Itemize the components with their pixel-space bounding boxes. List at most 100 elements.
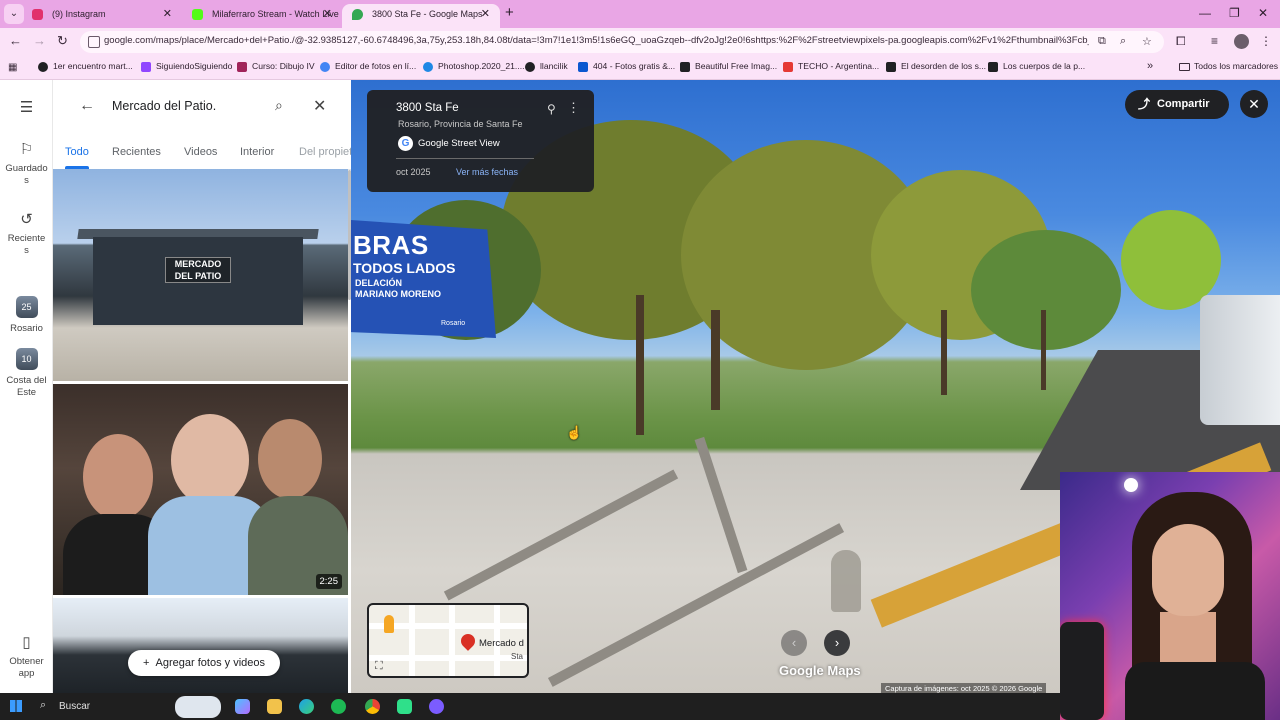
billboard-logo: Rosario <box>441 320 466 327</box>
bookmark-item[interactable]: Beautiful Free Imag... <box>680 61 777 72</box>
tab-owner[interactable]: Del propietario <box>299 146 351 158</box>
back-arrow-icon[interactable]: ← <box>79 97 95 115</box>
widgets-icon[interactable] <box>175 696 221 718</box>
share-icon: ⤴ <box>1138 97 1151 111</box>
photographer-shadow <box>831 550 861 612</box>
menu-button[interactable]: ☰ <box>0 98 53 121</box>
zoom-icon[interactable]: ⌕ <box>1120 35 1126 48</box>
bookmark-star-icon[interactable]: ☆ <box>1142 35 1152 48</box>
windows-start-icon[interactable] <box>10 700 22 712</box>
billboard: BRAS TODOS LADOS DELACIÓN MARIANO MORENO … <box>351 220 496 338</box>
tab-recent[interactable]: Recientes <box>112 146 161 158</box>
tree-trunk <box>1041 310 1046 390</box>
profile-avatar[interactable] <box>1234 34 1249 49</box>
bookmark-item[interactable]: 1er encuentro mart... <box>38 61 133 72</box>
new-tab-button[interactable]: + <box>505 5 514 21</box>
location-title: 3800 Sta Fe <box>396 102 459 114</box>
bookmark-item[interactable]: Editor de fotos en lí... <box>320 61 416 72</box>
spotify-icon[interactable] <box>331 699 346 714</box>
expand-map-icon[interactable]: ⛶ <box>375 660 383 673</box>
browser-menu-icon[interactable]: ⋮ <box>1260 34 1272 48</box>
add-photos-button[interactable]: + Agregar fotos y videos <box>128 650 280 676</box>
bookmark-item[interactable]: TECHO - Argentina... <box>783 61 879 72</box>
reload-icon[interactable]: ↻ <box>57 33 68 49</box>
app-icon[interactable] <box>397 699 412 714</box>
more-dates-link[interactable]: Ver más fechas <box>456 167 518 177</box>
place-thumbnail: 10 <box>15 348 38 370</box>
video-thumbnail[interactable]: 2:25 <box>53 384 348 595</box>
get-app-button[interactable]: ▯ Obtener app <box>0 633 53 680</box>
bookmark-item[interactable]: Photoshop.2020_21.... <box>423 61 525 72</box>
bookmark-item[interactable]: Curso: Dibujo IV <box>237 61 315 72</box>
tab-all[interactable]: Todo <box>65 146 89 158</box>
share-button[interactable]: ⤴ Compartir <box>1125 90 1229 119</box>
bookmark-item[interactable]: Los cuerpos de la p... <box>988 61 1085 72</box>
next-image-button[interactable]: › <box>824 630 850 656</box>
tab-interior[interactable]: Interior <box>240 146 274 158</box>
extensions-icon[interactable]: ⧠ <box>1176 34 1186 49</box>
copilot-icon[interactable] <box>235 699 250 714</box>
browser-tab-instagram[interactable]: (9) Instagram ✕ <box>22 4 182 28</box>
maps-left-rail: ☰ ⚐ Guardados ↺ Recientes 25 Rosario 10 … <box>0 80 53 693</box>
minimize-icon[interactable]: — <box>1199 6 1211 20</box>
photo-market-interior[interactable] <box>53 598 348 693</box>
back-icon[interactable]: ← <box>9 33 22 48</box>
close-tab-icon[interactable]: ✕ <box>323 4 332 24</box>
rail-item-costa-del-este[interactable]: 10 Costa del Este <box>0 348 53 399</box>
rail-item-recent[interactable]: ↺ Recientes <box>0 210 53 257</box>
street-view-minimap[interactable]: Mercado d Sta ⛶ <box>367 603 529 678</box>
taskbar-search-label: Buscar <box>59 701 91 712</box>
location-pin-icon[interactable]: ⚲ <box>547 102 556 116</box>
close-street-view-button[interactable]: ✕ <box>1240 90 1268 118</box>
file-explorer-icon[interactable] <box>267 699 282 714</box>
tab-videos[interactable]: Videos <box>184 146 217 158</box>
bookmark-item[interactable]: SiguiendoSiguiendo <box>141 61 232 72</box>
close-tab-icon[interactable]: ✕ <box>163 4 172 24</box>
rail-item-label: Rosario <box>10 323 43 334</box>
phone-icon: ▯ <box>22 634 31 651</box>
chrome-icon[interactable] <box>365 699 380 714</box>
location-info-card: 3800 Sta Fe Rosario, Provincia de Santa … <box>367 90 594 192</box>
app-icon[interactable] <box>429 699 444 714</box>
google-logo-icon: G <box>398 136 413 151</box>
clear-search-icon[interactable]: ✕ <box>313 96 326 116</box>
rail-item-saved[interactable]: ⚐ Guardados <box>0 140 53 187</box>
site-settings-icon[interactable] <box>88 36 100 48</box>
apps-grid-icon[interactable]: ▦ <box>8 62 17 73</box>
street-view-source: Google Street View <box>418 138 500 149</box>
bookmark-icon: ⚐ <box>19 141 34 158</box>
install-app-icon[interactable]: ⧉ <box>1098 35 1106 48</box>
plus-icon: + <box>143 657 156 669</box>
more-bookmarks-icon[interactable]: » <box>1147 60 1153 72</box>
edge-icon[interactable] <box>299 699 314 714</box>
bookmark-item[interactable]: El desorden de los s... <box>886 61 986 72</box>
close-tab-icon[interactable]: ✕ <box>481 4 490 24</box>
mouse-cursor-icon: ☝ <box>566 425 583 440</box>
tab-search-menu-button[interactable]: ⌄ <box>4 4 24 24</box>
search-icon[interactable]: ⌕ <box>275 97 283 114</box>
restore-icon[interactable]: ❐ <box>1229 6 1240 20</box>
photo-person <box>83 434 153 520</box>
close-window-icon[interactable]: ✕ <box>1258 6 1268 20</box>
media-control-icon[interactable]: ≡ <box>1211 34 1218 48</box>
more-options-icon[interactable]: ⋮ <box>567 100 580 116</box>
forward-icon[interactable]: → <box>33 33 46 48</box>
streamer-face <box>1152 524 1224 616</box>
browser-tab-kick[interactable]: Milaferraro Stream - Watch Live ✕ <box>182 4 342 28</box>
taskbar-search[interactable]: ⌕ Buscar <box>34 693 174 720</box>
all-bookmarks-folder[interactable]: Todos los marcadores <box>1179 61 1278 71</box>
rail-item-rosario[interactable]: 25 Rosario <box>0 296 53 334</box>
browser-tab-maps[interactable]: 3800 Sta Fe - Google Maps ✕ <box>342 4 500 28</box>
video-duration: 2:25 <box>315 574 342 589</box>
url-text[interactable]: google.com/maps/place/Mercado+del+Patio.… <box>104 35 1089 46</box>
address-bar[interactable]: google.com/maps/place/Mercado+del+Patio.… <box>80 31 1164 53</box>
chevron-right-icon: › <box>834 635 840 650</box>
search-box[interactable]: ← Mercado del Patio. ⌕ ✕ <box>65 90 340 122</box>
search-input[interactable]: Mercado del Patio. <box>112 99 216 113</box>
photo-market-facade[interactable]: MERCADO DEL PATIO <box>53 169 348 381</box>
bookmark-item[interactable]: llancilik <box>525 61 568 72</box>
bookmark-item[interactable]: 404 - Fotos gratis &... <box>578 61 675 72</box>
billboard-text: BRAS <box>353 230 429 260</box>
previous-image-button[interactable]: ‹ <box>781 630 807 656</box>
search-icon: ⌕ <box>40 699 47 711</box>
